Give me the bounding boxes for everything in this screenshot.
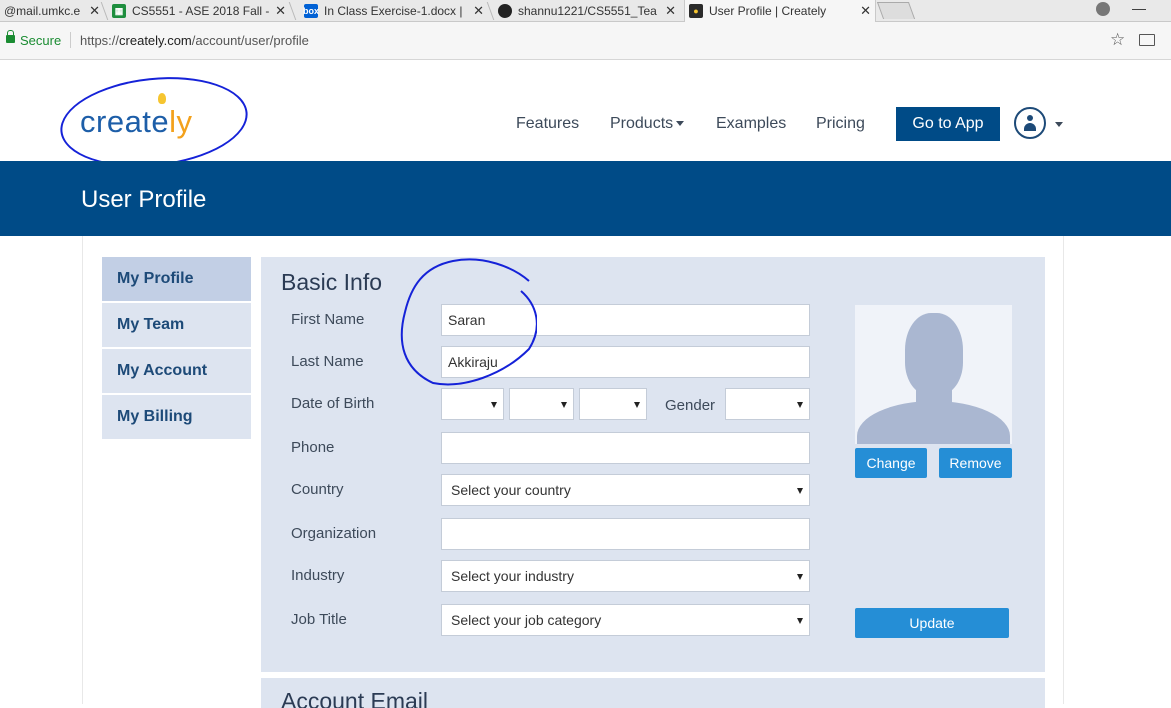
tab-title: CS5551 - ASE 2018 Fall - bbox=[132, 4, 270, 18]
address-bar: Secure https://creately.com/account/user… bbox=[0, 22, 1171, 60]
update-button[interactable]: Update bbox=[855, 608, 1009, 638]
page-title-band: User Profile bbox=[0, 161, 1171, 236]
organization-field[interactable] bbox=[441, 518, 810, 550]
dob-year-select[interactable] bbox=[579, 388, 647, 420]
close-icon[interactable]: ✕ bbox=[473, 3, 484, 19]
nav-features[interactable]: Features bbox=[516, 115, 579, 133]
nav-examples[interactable]: Examples bbox=[716, 115, 786, 133]
country-label: Country bbox=[291, 481, 344, 498]
url-scheme: https:// bbox=[80, 33, 120, 48]
creately-logo[interactable]: creately bbox=[80, 104, 193, 140]
job-title-label: Job Title bbox=[291, 611, 347, 628]
close-icon[interactable]: ✕ bbox=[860, 3, 871, 19]
chevron-down-icon bbox=[797, 618, 803, 624]
github-icon bbox=[498, 4, 512, 18]
box-icon: box bbox=[303, 4, 320, 18]
country-value: Select your country bbox=[451, 482, 571, 498]
sidebar-item-my-billing[interactable]: My Billing bbox=[102, 395, 251, 439]
job-title-select[interactable]: Select your job category bbox=[441, 604, 810, 636]
browser-tab-bar: @mail.umkc.e ✕ ▦ CS5551 - ASE 2018 Fall … bbox=[0, 0, 1171, 22]
new-tab-button[interactable] bbox=[876, 2, 916, 19]
dob-day-select[interactable] bbox=[441, 388, 504, 420]
organization-label: Organization bbox=[291, 525, 377, 542]
browser-tab-active[interactable]: ● User Profile | Creately ✕ bbox=[684, 0, 876, 22]
tab-title: shannu1221/CS5551_Tea bbox=[518, 4, 657, 18]
chevron-down-icon bbox=[797, 402, 803, 408]
dob-month-select[interactable] bbox=[509, 388, 574, 420]
avatar-silhouette-head bbox=[905, 313, 963, 395]
phone-field[interactable] bbox=[441, 432, 810, 464]
logo-text: create bbox=[80, 104, 170, 139]
account-email-title: Account Email bbox=[281, 688, 429, 708]
dob-label: Date of Birth bbox=[291, 395, 375, 412]
close-icon[interactable]: ✕ bbox=[665, 3, 676, 19]
chevron-down-icon bbox=[634, 402, 640, 408]
page-title: User Profile bbox=[81, 186, 207, 213]
nav-pricing[interactable]: Pricing bbox=[816, 115, 865, 133]
chevron-down-icon bbox=[797, 488, 803, 494]
url-host: creately.com bbox=[119, 33, 192, 48]
browser-tab[interactable]: shannu1221/CS5551_Tea ✕ bbox=[494, 0, 680, 22]
gender-label: Gender bbox=[665, 397, 716, 414]
sidebar-item-my-team[interactable]: My Team bbox=[102, 303, 251, 347]
url-field[interactable]: https://creately.com/account/user/profil… bbox=[80, 33, 309, 48]
chevron-down-icon bbox=[561, 402, 567, 408]
browser-tab[interactable]: box In Class Exercise-1.docx | ✕ bbox=[300, 0, 488, 22]
tab-title: User Profile | Creately bbox=[709, 4, 827, 18]
close-icon[interactable]: ✕ bbox=[89, 3, 100, 19]
minimize-icon[interactable]: — bbox=[1132, 0, 1146, 16]
basic-info-title: Basic Info bbox=[281, 269, 382, 295]
job-title-value: Select your job category bbox=[451, 612, 602, 628]
browser-tab[interactable]: @mail.umkc.e ✕ bbox=[0, 0, 104, 22]
cast-icon[interactable] bbox=[1139, 34, 1155, 46]
sidebar-item-my-profile[interactable]: My Profile bbox=[102, 257, 251, 301]
nav-products[interactable]: Products bbox=[610, 115, 685, 133]
go-to-app-button[interactable]: Go to App bbox=[896, 107, 1000, 141]
user-avatar-icon[interactable] bbox=[1014, 107, 1046, 139]
chevron-down-icon bbox=[491, 402, 497, 408]
industry-select[interactable]: Select your industry bbox=[441, 560, 810, 592]
phone-label: Phone bbox=[291, 439, 335, 456]
chevron-down-icon bbox=[676, 121, 685, 127]
country-select[interactable]: Select your country bbox=[441, 474, 810, 506]
site-header: creately Features Products Examples Pric… bbox=[0, 60, 1171, 176]
nav-products-label: Products bbox=[610, 115, 674, 132]
close-icon[interactable]: ✕ bbox=[275, 3, 286, 19]
chevron-down-icon bbox=[797, 574, 803, 580]
first-name-label: First Name bbox=[291, 311, 365, 328]
bookmark-star-icon[interactable]: ☆ bbox=[1110, 30, 1125, 50]
avatar-silhouette-body bbox=[857, 401, 1010, 444]
chevron-down-icon[interactable] bbox=[1055, 122, 1063, 127]
lightbulb-icon bbox=[158, 93, 166, 104]
last-name-field[interactable]: Akkiraju bbox=[441, 346, 810, 378]
secure-label: Secure bbox=[20, 33, 62, 48]
first-name-field[interactable]: Saran bbox=[441, 304, 810, 336]
lock-icon bbox=[6, 30, 15, 43]
tab-title: In Class Exercise-1.docx | bbox=[324, 4, 463, 18]
sheets-icon: ▦ bbox=[112, 4, 126, 18]
gender-select[interactable] bbox=[725, 388, 810, 420]
browser-tab[interactable]: ▦ CS5551 - ASE 2018 Fall - ✕ bbox=[108, 0, 290, 22]
browser-profile-icon[interactable] bbox=[1096, 2, 1110, 16]
change-photo-button[interactable]: Change bbox=[855, 448, 927, 478]
creately-icon: ● bbox=[689, 4, 703, 18]
profile-photo bbox=[855, 305, 1012, 444]
last-name-label: Last Name bbox=[291, 353, 364, 370]
url-path: /account/user/profile bbox=[191, 33, 309, 48]
industry-value: Select your industry bbox=[451, 568, 574, 584]
sidebar-item-my-account[interactable]: My Account bbox=[102, 349, 251, 393]
remove-photo-button[interactable]: Remove bbox=[939, 448, 1012, 478]
industry-label: Industry bbox=[291, 567, 345, 584]
logo-text-accent: ly bbox=[169, 104, 193, 139]
